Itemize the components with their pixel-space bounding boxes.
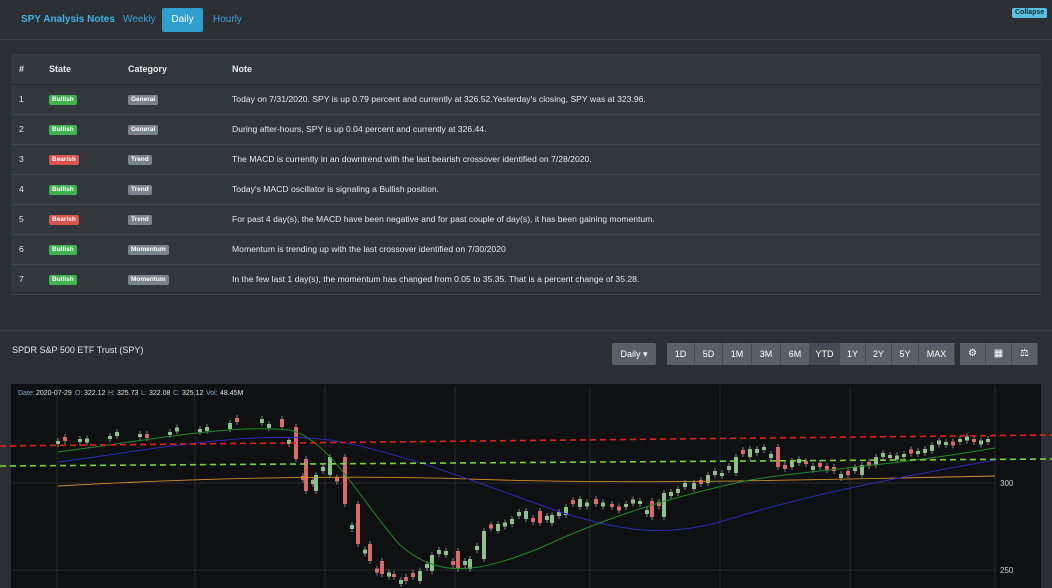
- state-cell: Bullish: [49, 174, 128, 205]
- state-cell: Bullish: [49, 264, 128, 295]
- state-badge: Bullish: [49, 95, 77, 105]
- category-cell: General: [128, 84, 232, 115]
- notes-table: # State Category Note 1 Bullish General Tod…: [11, 54, 1041, 295]
- tab-hourly[interactable]: Hourly: [213, 14, 242, 25]
- calculator-icon[interactable]: ▦: [986, 343, 1012, 365]
- note-text: Today on 7/31/2020. SPY is up 0.79 perce…: [232, 84, 1041, 115]
- category-badge: Trend: [128, 155, 152, 165]
- col-header-note: Note: [232, 54, 1041, 85]
- balance-scale-icon[interactable]: ⚖: [1012, 343, 1038, 365]
- state-badge: Bearish: [49, 215, 79, 225]
- chart-title: SPDR S&P 500 ETF Trust (SPY): [12, 345, 144, 355]
- row-number: 4: [11, 174, 49, 205]
- settings-icon[interactable]: ⚙: [960, 343, 986, 365]
- range-button-1d[interactable]: 1D: [667, 343, 695, 365]
- range-button-5y[interactable]: 5Y: [892, 343, 919, 365]
- state-badge: Bearish: [49, 155, 79, 165]
- category-badge: Trend: [128, 185, 152, 195]
- table-row: 1 Bullish General Today on 7/31/2020. SPY i…: [11, 84, 1041, 115]
- range-button-2y[interactable]: 2Y: [866, 343, 892, 365]
- note-text: In the few last 1 day(s), the momentum h…: [232, 264, 1041, 295]
- table-row: 2 Bullish General During after-hours, SPY i…: [11, 114, 1041, 145]
- state-badge: Bullish: [49, 185, 77, 195]
- state-cell: Bullish: [49, 234, 128, 265]
- category-badge: General: [128, 95, 159, 105]
- state-cell: Bullish: [49, 114, 128, 145]
- col-header-num: #: [11, 54, 49, 85]
- col-header-category: Category: [128, 54, 232, 85]
- range-button-group: 1D 5D 1M 3M 6M YTD 1Y 2Y 5Y MAX: [667, 343, 955, 365]
- category-cell: General: [128, 114, 232, 145]
- range-button-ytd[interactable]: YTD: [810, 343, 840, 365]
- category-badge: Trend: [128, 215, 152, 225]
- note-text: The MACD is currently in an downtrend wi…: [232, 144, 1041, 175]
- state-badge: Bullish: [49, 275, 77, 285]
- interval-dropdown-label: Daily: [620, 349, 641, 359]
- category-badge: Momentum: [128, 245, 169, 255]
- row-number: 6: [11, 234, 49, 265]
- collapse-button[interactable]: Collapse: [1012, 8, 1048, 18]
- state-cell: Bullish: [49, 84, 128, 115]
- category-cell: Trend: [128, 204, 232, 235]
- table-row: 6 Bullish Momentum Momentum is trending up …: [11, 234, 1041, 265]
- range-button-1m[interactable]: 1M: [723, 343, 752, 365]
- row-number: 3: [11, 144, 49, 175]
- note-text: Momentum is trending up with the last cr…: [232, 234, 1041, 265]
- tab-daily[interactable]: Daily: [162, 8, 203, 32]
- table-row: 5 Bearish Trend For past 4 day(s), the MACD…: [11, 204, 1041, 235]
- range-button-3m[interactable]: 3M: [752, 343, 781, 365]
- top-nav-bar: SPY Analysis Notes Weekly Daily Hourly C…: [0, 0, 1052, 40]
- note-text: Today's MACD oscillator is signaling a B…: [232, 174, 1041, 205]
- price-chart-area[interactable]: [11, 384, 1041, 588]
- notes-panel: # State Category Note 1 Bullish General Tod…: [11, 54, 1041, 295]
- table-row: 3 Bearish Trend The MACD is currently in an…: [11, 144, 1041, 175]
- tab-weekly[interactable]: Weekly: [123, 14, 156, 25]
- brand-title[interactable]: SPY Analysis Notes: [21, 14, 115, 25]
- table-header-row: # State Category Note: [11, 54, 1041, 85]
- notes-table-body: 1 Bullish General Today on 7/31/2020. SPY i…: [11, 84, 1041, 295]
- note-text: During after-hours, SPY is up 0.04 perce…: [232, 114, 1041, 145]
- table-row: 7 Bullish Momentum In the few last 1 day(s)…: [11, 264, 1041, 295]
- row-number: 5: [11, 204, 49, 235]
- state-badge: Bullish: [49, 245, 77, 255]
- row-number: 2: [11, 114, 49, 145]
- range-button-max[interactable]: MAX: [919, 343, 955, 365]
- range-button-1y[interactable]: 1Y: [840, 343, 866, 365]
- chart-tools-group: ⚙ ▦ ⚖: [960, 343, 1038, 365]
- category-badge: General: [128, 125, 159, 135]
- row-number: 7: [11, 264, 49, 295]
- row-number: 1: [11, 84, 49, 115]
- note-text: For past 4 day(s), the MACD have been ne…: [232, 204, 1041, 235]
- category-cell: Trend: [128, 144, 232, 175]
- caret-down-icon: ▾: [643, 349, 648, 359]
- range-button-5d[interactable]: 5D: [695, 343, 723, 365]
- col-header-state: State: [49, 54, 128, 85]
- interval-dropdown[interactable]: Daily ▾: [612, 343, 656, 365]
- category-badge: Momentum: [128, 275, 169, 285]
- state-badge: Bullish: [49, 125, 77, 135]
- category-cell: Momentum: [128, 264, 232, 295]
- table-row: 4 Bullish Trend Today's MACD oscillator is …: [11, 174, 1041, 205]
- range-button-6m[interactable]: 6M: [781, 343, 810, 365]
- state-cell: Bearish: [49, 144, 128, 175]
- category-cell: Trend: [128, 174, 232, 205]
- category-cell: Momentum: [128, 234, 232, 265]
- state-cell: Bearish: [49, 204, 128, 235]
